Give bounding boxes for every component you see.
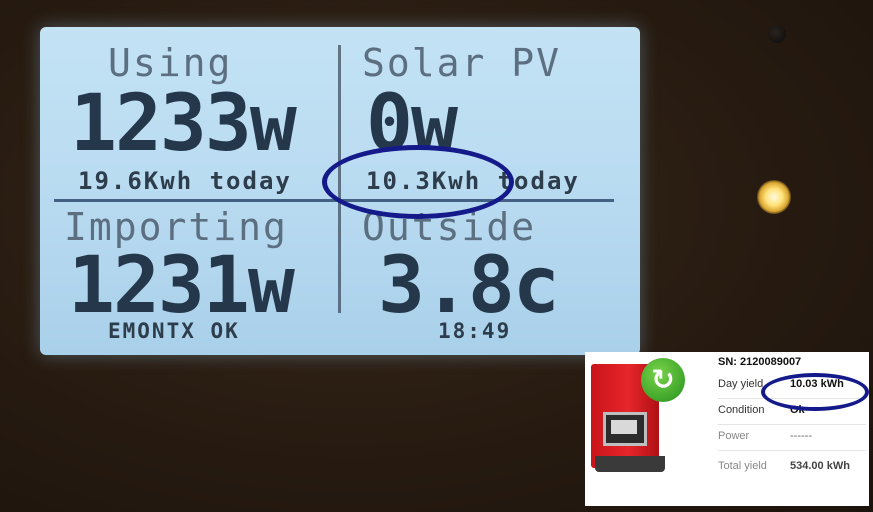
clock-time: 18:49 [438,319,512,343]
inverter-base [595,456,665,472]
highlight-oval-lcd [322,145,514,219]
status-led [757,180,791,214]
info-row-total-yield: Total yield 534.00 kWh [718,454,866,480]
serial-number: SN: 2120089007 [718,356,802,368]
refresh-icon: ↻ [641,358,685,402]
row-label: Power [718,430,750,442]
outside-temperature: 3.8c [378,241,560,331]
total-yield-value: 534.00 kWh [790,460,850,472]
row-label: Condition [718,404,765,416]
sensor-status: EMONTX OK [108,319,240,343]
using-value: 1233w [70,79,297,169]
using-today: 19.6Kwh today [78,167,292,195]
info-row-power: Power ------ [718,424,866,451]
row-label: Day yield [718,378,764,390]
inverter-display [603,412,647,446]
row-label: Total yield [718,460,767,472]
highlight-oval-inverter [761,373,869,411]
importing-value: 1231w [68,241,295,331]
power-value: ------ [790,430,812,442]
mounting-screw [768,25,786,43]
